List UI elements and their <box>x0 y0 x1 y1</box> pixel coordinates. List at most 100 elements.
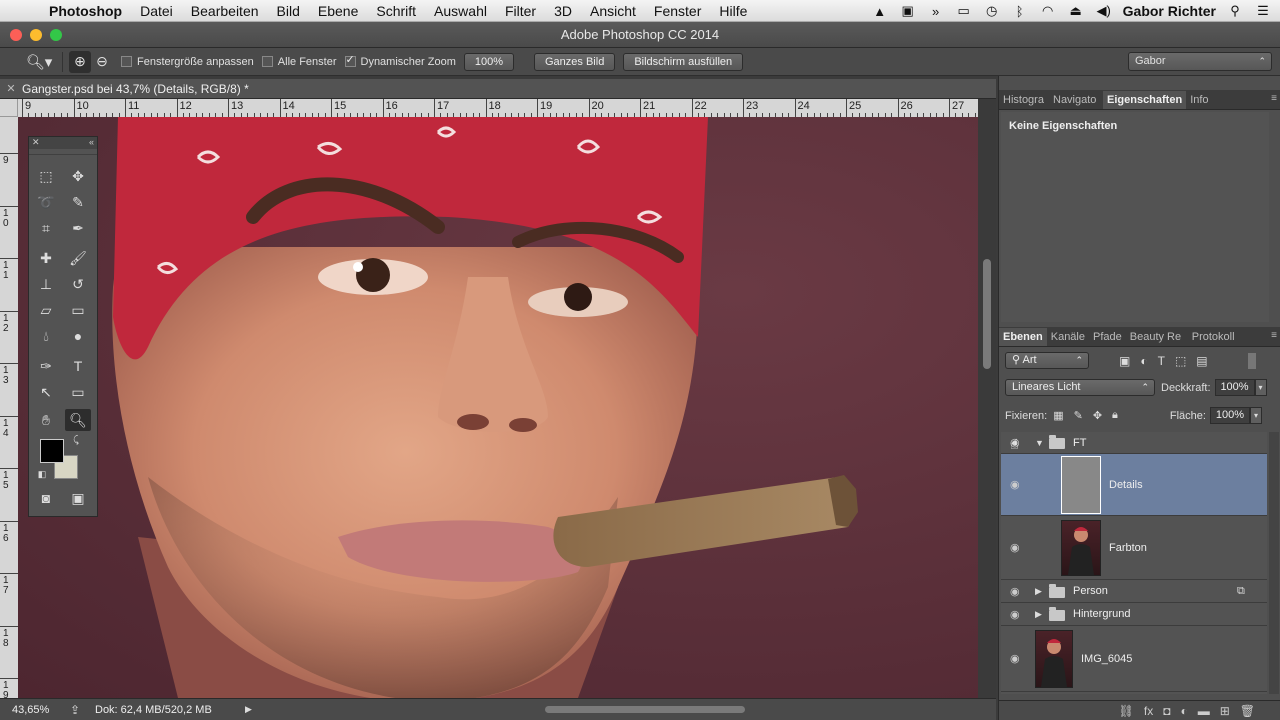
expand-triangle-icon[interactable]: ▼ <box>1035 438 1044 448</box>
brush-tool-icon[interactable]: 🖌︎ <box>65 247 91 269</box>
time-machine-icon[interactable]: ◷ <box>983 3 1001 19</box>
collapse-panel-icon[interactable]: « <box>89 137 94 149</box>
link-layers-icon[interactable]: ⛓ <box>1119 704 1134 718</box>
menu-bild[interactable]: Bild <box>268 3 309 19</box>
opacity-stepper[interactable]: ▾ <box>1254 379 1267 396</box>
display-icon[interactable]: ▣ <box>899 3 917 19</box>
share-icon[interactable]: ⇪ <box>55 703 95 717</box>
zoom-tool-icon[interactable]: 🔍︎ <box>65 409 91 431</box>
status-menu-icon[interactable]: ▶ <box>245 704 252 715</box>
menu-auswahl[interactable]: Auswahl <box>425 3 496 19</box>
menu-hilfe[interactable]: Hilfe <box>710 3 756 19</box>
gradient-tool-icon[interactable]: ▭ <box>65 299 91 321</box>
visibility-eye-icon[interactable]: ◉ <box>1010 478 1020 491</box>
tab-paths[interactable]: Pfade <box>1089 328 1126 346</box>
default-colors-icon[interactable]: ◧ <box>35 467 49 481</box>
lasso-tool-icon[interactable]: ➰ <box>33 191 59 213</box>
panel-grip[interactable] <box>29 149 97 155</box>
dodge-tool-icon[interactable]: ● <box>65 325 91 347</box>
marquee-tool-icon[interactable]: ⬚ <box>33 165 59 187</box>
user-name[interactable]: Gabor Richter <box>1123 3 1216 19</box>
vertical-scroll-thumb[interactable] <box>983 259 991 369</box>
layer-group-person[interactable]: ◉ ▶ Person ⧉ <box>1001 580 1267 603</box>
filter-smart-object-icon[interactable]: ▤ <box>1196 354 1207 368</box>
tab-channels[interactable]: Kanäle <box>1047 328 1089 346</box>
fit-window-checkbox[interactable] <box>121 56 132 67</box>
tab-navigator[interactable]: Navigato <box>1049 91 1103 109</box>
menu-filter[interactable]: Filter <box>496 3 545 19</box>
layer-group-hintergrund[interactable]: ◉ ▶ Hintergrund <box>1001 603 1267 626</box>
filter-pixel-icon[interactable]: ▣ <box>1119 354 1130 368</box>
layer-style-icon[interactable]: fx <box>1144 704 1153 718</box>
lock-pixels-icon[interactable]: ✎ <box>1074 409 1083 422</box>
lock-position-icon[interactable]: ✥ <box>1093 409 1102 422</box>
quick-mask-icon[interactable]: ◙ <box>33 487 59 509</box>
eyedropper-tool-icon[interactable]: ✒ <box>65 217 91 239</box>
crop-tool-icon[interactable]: ⌗ <box>33 217 59 239</box>
forward-icon[interactable]: » <box>927 4 945 19</box>
visibility-eye-icon[interactable]: ◉ <box>1010 585 1020 598</box>
foreground-color-swatch[interactable] <box>40 439 64 463</box>
hand-tool-icon[interactable]: ✋︎ <box>33 409 59 431</box>
layers-panel-menu-icon[interactable]: ≡ <box>1271 330 1277 341</box>
add-mask-icon[interactable]: ◘ <box>1163 704 1170 718</box>
expand-triangle-icon[interactable]: ▶ <box>1035 609 1042 620</box>
layer-farbton[interactable]: ◉ Farbton <box>1001 516 1267 580</box>
zoom-out-icon[interactable]: ⊖ <box>91 51 113 73</box>
path-selection-tool-icon[interactable]: ↖ <box>33 381 59 403</box>
filter-type-icon[interactable]: T <box>1158 354 1165 368</box>
move-tool-icon[interactable]: ✥ <box>65 165 91 187</box>
menu-schrift[interactable]: Schrift <box>367 3 425 19</box>
horizontal-ruler[interactable]: 9 10 11 12 13 14 15 16 17 18 19 20 21 22 23 24 25 26 27 <box>18 99 978 117</box>
menu-photoshop[interactable]: Photoshop <box>40 3 131 19</box>
menu-ansicht[interactable]: Ansicht <box>581 3 645 19</box>
tab-info[interactable]: Info <box>1186 91 1212 109</box>
visibility-eye-icon[interactable]: ◉ <box>1010 541 1020 554</box>
adjustment-layer-icon[interactable]: ◐ <box>1180 704 1187 718</box>
list-icon[interactable]: ☰ <box>1254 3 1272 19</box>
fill-input[interactable]: 100% <box>1209 407 1250 424</box>
lock-all-icon[interactable]: 🔒︎ <box>1112 409 1118 422</box>
rectangle-tool-icon[interactable]: ▭ <box>65 381 91 403</box>
blend-mode-select[interactable]: Lineares Licht <box>1005 379 1155 396</box>
dynamic-zoom-checkbox[interactable] <box>344 53 356 67</box>
opacity-input[interactable]: 100% <box>1214 379 1255 396</box>
tab-history[interactable]: Protokoll <box>1188 328 1239 346</box>
fill-stepper[interactable]: ▾ <box>1249 407 1262 424</box>
filter-shape-icon[interactable]: ⬚ <box>1175 354 1186 368</box>
layer-img-6045[interactable]: ◉ IMG_6045 <box>1001 626 1267 692</box>
airplay-icon[interactable]: ▭ <box>955 3 973 19</box>
zoom-tool-preset-icon[interactable]: 🔍︎▾ <box>22 51 56 73</box>
zoom-level[interactable]: 43,65% <box>0 704 55 716</box>
fill-screen-button[interactable]: Bildschirm ausfüllen <box>623 52 744 71</box>
menu-3d[interactable]: 3D <box>545 3 581 19</box>
hat-icon[interactable]: ▲ <box>871 4 889 19</box>
workspace-select[interactable]: Gabor <box>1128 52 1272 71</box>
volume-icon[interactable]: ◀) <box>1095 3 1113 19</box>
filter-adjustment-icon[interactable]: ◐ <box>1140 354 1147 368</box>
visibility-eye-icon[interactable]: ◉ <box>1010 652 1020 665</box>
eraser-tool-icon[interactable]: ▱ <box>33 299 59 321</box>
whole-image-button[interactable]: Ganzes Bild <box>534 52 616 71</box>
eject-icon[interactable]: ⏏ <box>1067 3 1085 19</box>
wifi-icon[interactable]: ◠ <box>1039 3 1057 19</box>
delete-layer-icon[interactable]: 🗑︎ <box>1240 704 1255 718</box>
menu-fenster[interactable]: Fenster <box>645 3 710 19</box>
new-group-icon[interactable]: ▬ <box>1198 704 1210 718</box>
tab-properties[interactable]: Eigenschaften <box>1103 91 1187 109</box>
vertical-ruler[interactable]: 9 1 0 1 1 1 2 1 3 1 4 1 5 1 6 1 7 1 8 1 9 <box>0 117 18 698</box>
type-tool-icon[interactable]: T <box>65 355 91 377</box>
close-panel-icon[interactable]: ✕ <box>32 137 40 149</box>
layer-details[interactable]: ◉ Details <box>1001 454 1267 516</box>
all-windows-checkbox[interactable] <box>261 56 273 67</box>
layer-group-ft[interactable]: ◉ ▼ FT <box>1001 432 1267 454</box>
tab-beauty-retouch[interactable]: Beauty Re <box>1126 328 1188 346</box>
swap-colors-icon[interactable]: ⤹ <box>69 433 83 447</box>
menu-bearbeiten[interactable]: Bearbeiten <box>182 3 268 19</box>
visibility-eye-icon[interactable]: ◉ <box>1010 608 1020 621</box>
spotlight-icon[interactable]: ⚲ <box>1226 3 1244 19</box>
expand-triangle-icon[interactable]: ▶ <box>1035 586 1042 597</box>
lock-transparency-icon[interactable]: ▦ <box>1053 409 1063 422</box>
horizontal-scroll-thumb[interactable] <box>545 706 745 713</box>
tab-histogram[interactable]: Histogra <box>999 91 1049 109</box>
